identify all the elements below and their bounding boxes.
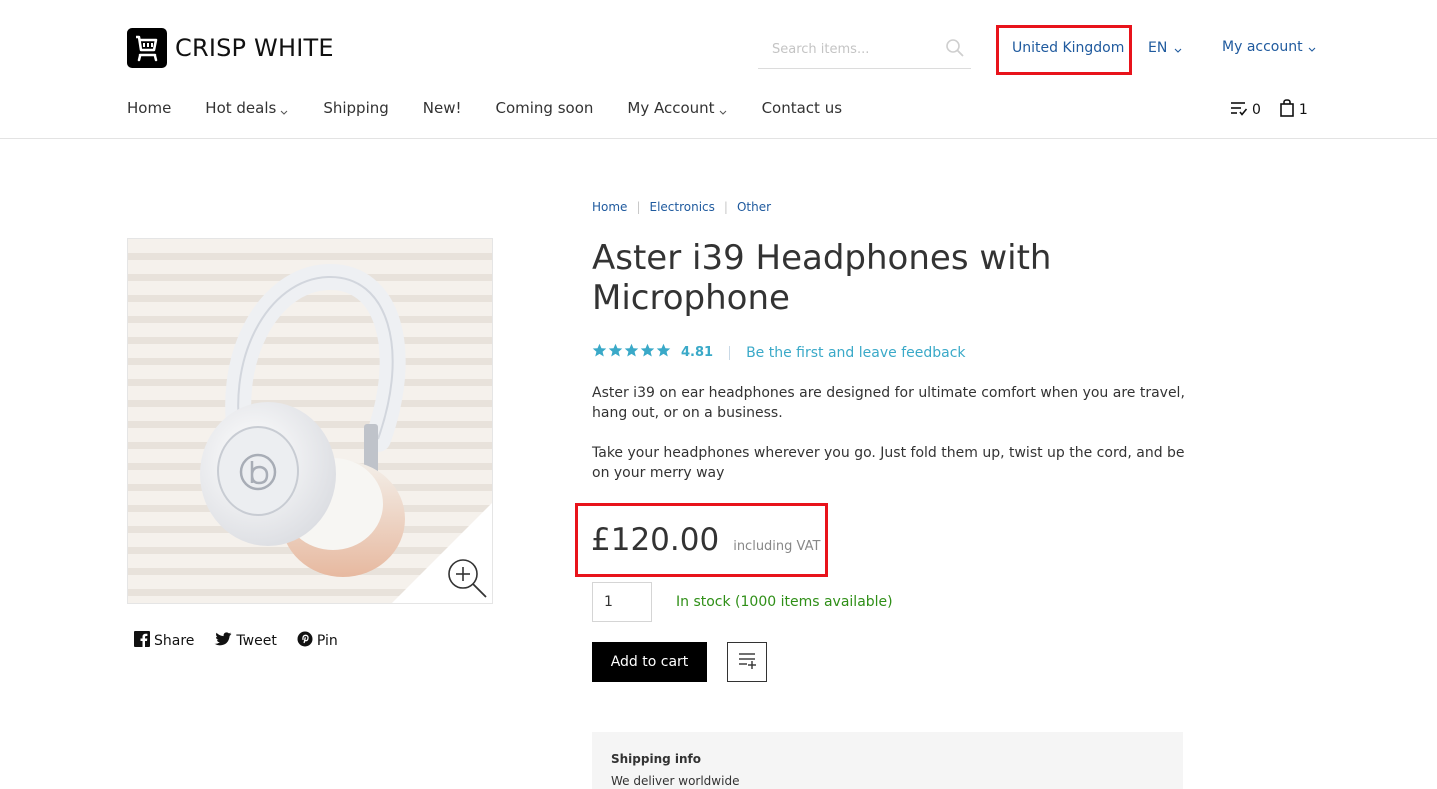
- nav-item-shipping[interactable]: Shipping: [323, 99, 388, 117]
- nav-item-label: Hot deals: [205, 99, 277, 117]
- breadcrumb: Home | Electronics | Other: [592, 200, 771, 214]
- vat-note: including VAT: [733, 539, 821, 554]
- chevron-down-icon: [279, 103, 289, 115]
- nav-item-contact-us[interactable]: Contact us: [762, 99, 842, 117]
- search-input[interactable]: [758, 34, 938, 64]
- add-to-list-icon: [737, 650, 757, 674]
- nav-item-hot-deals[interactable]: Hot deals: [205, 99, 289, 117]
- star-icon: [624, 343, 639, 362]
- shipping-info-text: We deliver worldwide: [611, 774, 740, 788]
- wishlist-button[interactable]: 0: [1230, 100, 1261, 120]
- nav-item-label: New!: [422, 99, 462, 117]
- breadcrumb-separator: |: [723, 200, 728, 214]
- pinterest-pin-label: Pin: [316, 633, 338, 649]
- nav-item-label: Coming soon: [495, 99, 594, 117]
- nav-item-my-account[interactable]: My Account: [627, 99, 727, 117]
- shipping-info-panel: Shipping info We deliver worldwide: [592, 732, 1183, 789]
- star-icon: [608, 343, 623, 362]
- account-label: My account: [1222, 39, 1303, 55]
- nav-item-label: Shipping: [323, 99, 389, 117]
- breadcrumb-item[interactable]: Home: [592, 200, 627, 214]
- product-rating: 4.81 Be the first and leave feedback: [592, 343, 966, 362]
- country-selector[interactable]: United Kingdom: [1012, 40, 1124, 56]
- rating-divider: [729, 345, 731, 360]
- nav-item-label: My Account: [627, 99, 715, 117]
- logo[interactable]: CRISP WHITE: [127, 28, 334, 68]
- description-paragraph: Take your headphones wherever you go. Ju…: [592, 445, 1185, 481]
- breadcrumb-separator: |: [636, 200, 641, 214]
- product-image[interactable]: [127, 238, 493, 604]
- leave-feedback-link[interactable]: Be the first and leave feedback: [746, 345, 965, 361]
- twitter-icon: [214, 631, 232, 651]
- star-icon: [640, 343, 655, 362]
- rating-value: 4.81: [681, 345, 714, 360]
- logo-mark-icon: [127, 28, 167, 68]
- pinterest-icon: [297, 631, 313, 651]
- facebook-share-label: Share: [154, 633, 195, 649]
- zoom-in-icon[interactable]: [444, 555, 490, 601]
- nav-item-label: Contact us: [761, 99, 843, 117]
- add-to-cart-button[interactable]: Add to cart: [592, 642, 707, 682]
- product-price: £120.00 including VAT: [591, 522, 820, 558]
- shopping-bag-icon: [1279, 99, 1295, 121]
- quantity-input[interactable]: [592, 582, 652, 622]
- breadcrumb-item[interactable]: Other: [737, 200, 771, 214]
- search-icon[interactable]: [945, 38, 965, 58]
- wishlist-count: 0: [1252, 102, 1261, 118]
- price-value: £120.00: [591, 522, 720, 558]
- twitter-tweet-label: Tweet: [236, 633, 277, 649]
- chevron-down-icon: [718, 103, 728, 115]
- nav-item-new[interactable]: New!: [423, 99, 462, 117]
- star-icon: [656, 343, 671, 362]
- stock-status: In stock (1000 items available): [676, 594, 893, 610]
- add-to-list-button[interactable]: [727, 642, 767, 682]
- facebook-share-button[interactable]: Share: [134, 631, 194, 651]
- breadcrumb-item[interactable]: Electronics: [649, 200, 714, 214]
- chevron-down-icon: [1307, 42, 1317, 52]
- main-nav: Home Hot deals Shipping New! Coming soon…: [127, 99, 876, 117]
- description-paragraph: Aster i39 on ear headphones are designed…: [592, 385, 1185, 421]
- header-counters: 0 1: [1230, 99, 1326, 121]
- account-menu[interactable]: My account: [1222, 39, 1317, 55]
- chevron-down-icon: [1173, 43, 1183, 53]
- rating-stars: [592, 343, 671, 362]
- nav-item-home[interactable]: Home: [127, 99, 171, 117]
- share-bar: Share Tweet Pin: [134, 631, 358, 651]
- cart-count: 1: [1298, 102, 1308, 118]
- header-divider: [0, 138, 1437, 139]
- search-box: [758, 34, 971, 69]
- wishlist-icon: [1230, 100, 1248, 120]
- pinterest-pin-button[interactable]: Pin: [297, 631, 338, 651]
- twitter-tweet-button[interactable]: Tweet: [214, 631, 277, 651]
- nav-item-label: Home: [127, 99, 172, 117]
- language-label: EN: [1148, 40, 1168, 56]
- nav-item-coming-soon[interactable]: Coming soon: [496, 99, 594, 117]
- facebook-icon: [134, 631, 150, 651]
- brand-name: CRISP WHITE: [175, 34, 334, 62]
- product-description: Aster i39 on ear headphones are designed…: [592, 383, 1192, 503]
- cart-button[interactable]: 1: [1279, 99, 1308, 121]
- star-icon: [592, 343, 607, 362]
- language-selector[interactable]: EN: [1148, 40, 1183, 56]
- shipping-info-title: Shipping info: [611, 752, 702, 766]
- product-title: Aster i39 Headphones with Microphone: [592, 238, 1052, 318]
